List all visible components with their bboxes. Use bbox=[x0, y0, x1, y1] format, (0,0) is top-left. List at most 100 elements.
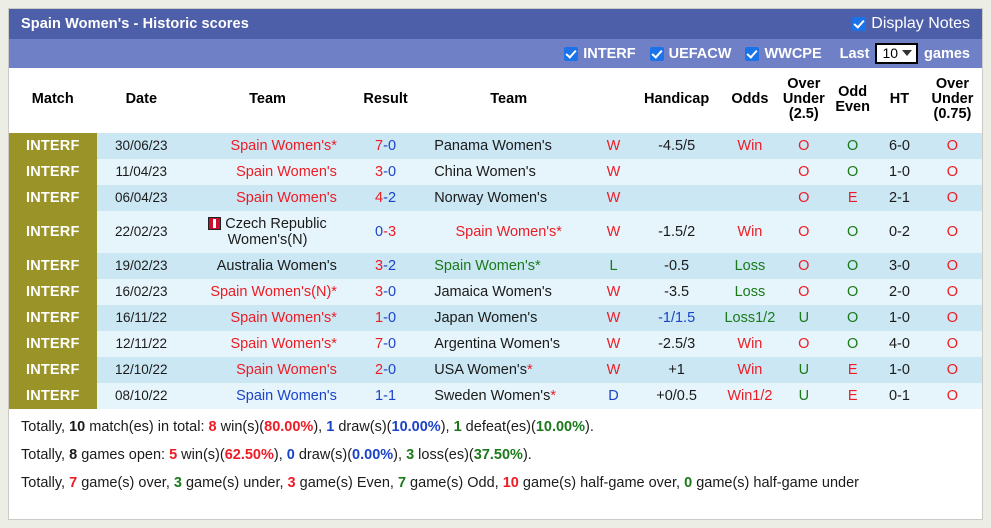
row-team-home[interactable]: Spain Women's* bbox=[186, 330, 349, 357]
col-header-over-under-25[interactable]: Over Under (2.5) bbox=[778, 68, 830, 133]
games-count-select[interactable]: 10 bbox=[875, 43, 919, 64]
row-odds: Win1/2 bbox=[721, 382, 779, 409]
checkbox-checked-icon[interactable] bbox=[564, 46, 579, 61]
over-under-075-value: O bbox=[946, 257, 959, 274]
row-team-home[interactable]: Czech Republic Women's(N) bbox=[186, 210, 349, 253]
row-team-home[interactable]: Spain Women's bbox=[186, 184, 349, 211]
row-over-under-25: O bbox=[778, 132, 830, 159]
col-header-odd-even[interactable]: Odd Even bbox=[829, 68, 877, 133]
row-over-under-25: O bbox=[778, 330, 830, 357]
row-team-away[interactable]: Japan Women's bbox=[422, 304, 596, 331]
row-result[interactable]: 4-2 bbox=[348, 184, 423, 211]
row-over-under-075: O bbox=[922, 132, 982, 159]
row-handicap: -1/1.5 bbox=[631, 304, 722, 331]
row-ht: 2-0 bbox=[876, 278, 923, 305]
filter-toggle-uefacw[interactable]: UEFACW bbox=[649, 46, 731, 62]
col-header-team-home[interactable]: Team bbox=[186, 68, 349, 133]
row-result[interactable]: 2-0 bbox=[348, 356, 423, 383]
row-team-away[interactable]: Spain Women's* bbox=[422, 252, 596, 279]
over-under-25-value: U bbox=[798, 387, 810, 404]
row-handicap: -4.5/5 bbox=[631, 132, 722, 159]
sum2-draws: 0 bbox=[286, 446, 295, 463]
sum2-loss-pct: 37.50% bbox=[473, 446, 523, 463]
col-header-ht[interactable]: HT bbox=[876, 68, 923, 133]
row-handicap bbox=[631, 158, 722, 185]
checkbox-checked-icon[interactable] bbox=[649, 46, 664, 61]
display-notes-toggle[interactable]: Display Notes bbox=[852, 15, 970, 33]
team-away-name: USA Women's bbox=[434, 361, 527, 378]
row-odd-even: O bbox=[829, 330, 877, 357]
row-odds: Win bbox=[721, 132, 779, 159]
checkbox-checked-icon[interactable] bbox=[745, 46, 760, 61]
row-team-away[interactable]: Spain Women's* bbox=[422, 210, 596, 253]
row-result[interactable]: 3-0 bbox=[348, 158, 423, 185]
score-away: 0 bbox=[387, 361, 397, 378]
historic-scores-panel: Spain Women's - Historic scores Display … bbox=[8, 8, 983, 520]
over-under-075-value: O bbox=[946, 283, 959, 300]
checkbox-checked-icon[interactable] bbox=[852, 17, 867, 31]
row-team-away[interactable]: Argentina Women's bbox=[422, 330, 596, 357]
table-row[interactable]: INTERF 12/10/22 Spain Women's 2-0 USA Women'… bbox=[9, 356, 982, 383]
row-result[interactable]: 7-0 bbox=[348, 330, 423, 357]
odd-even-value: O bbox=[847, 223, 859, 240]
team-away-star: * bbox=[526, 361, 533, 378]
sum1-text8: ). bbox=[585, 418, 594, 435]
row-over-under-075: O bbox=[922, 356, 982, 383]
sum1-draw-pct: 10.00% bbox=[391, 418, 441, 435]
row-result[interactable]: 3-0 bbox=[348, 278, 423, 305]
score-home: 4 bbox=[375, 189, 384, 206]
over-under-25-value: O bbox=[798, 223, 810, 240]
row-team-home[interactable]: Spain Women's bbox=[186, 382, 349, 409]
table-row[interactable]: INTERF 19/02/23 Australia Women's 3-2 Spain … bbox=[9, 252, 982, 279]
row-team-home[interactable]: Australia Women's bbox=[186, 252, 349, 279]
table-row[interactable]: INTERF 22/02/23 Czech Republic Women's(N) 0… bbox=[9, 210, 982, 253]
col-header-odds[interactable]: Odds bbox=[721, 68, 779, 133]
row-result[interactable]: 1-1 bbox=[348, 382, 423, 409]
over-under-25-value: O bbox=[798, 257, 810, 274]
filter-toggle-wwcpe[interactable]: WWCPE bbox=[745, 45, 822, 62]
team-away-name: Panama Women's bbox=[434, 137, 552, 154]
row-team-home[interactable]: Spain Women's bbox=[186, 158, 349, 185]
table-row[interactable]: INTERF 30/06/23 Spain Women's* 7-0 Panama Wo… bbox=[9, 132, 982, 159]
row-result[interactable]: 1-0 bbox=[348, 304, 423, 331]
row-result[interactable]: 7-0 bbox=[348, 132, 423, 159]
col-header-date[interactable]: Date bbox=[96, 68, 187, 133]
team-away-name: Japan Women's bbox=[434, 309, 538, 326]
table-row[interactable]: INTERF 16/02/23 Spain Women's(N)* 3-0 Jamaic… bbox=[9, 278, 982, 305]
row-result[interactable]: 0-3 bbox=[348, 210, 423, 253]
row-team-home[interactable]: Spain Women's* bbox=[186, 304, 349, 331]
row-date: 12/10/22 bbox=[96, 356, 187, 383]
row-team-away[interactable]: Sweden Women's* bbox=[422, 382, 596, 409]
row-wld: W bbox=[595, 304, 632, 331]
odds-value: Win bbox=[737, 361, 763, 378]
filter-toggle-interf[interactable]: INTERF bbox=[564, 46, 636, 62]
table-row[interactable]: INTERF 08/10/22 Spain Women's 1-1 Sweden Wom… bbox=[9, 382, 982, 409]
col-header-result[interactable]: Result bbox=[348, 68, 423, 133]
row-team-home[interactable]: Spain Women's(N)* bbox=[186, 278, 349, 305]
table-row[interactable]: INTERF 12/11/22 Spain Women's* 7-0 Argentina… bbox=[9, 330, 982, 357]
row-team-away[interactable]: Panama Women's bbox=[422, 132, 596, 159]
sum3-text2: game(s) over, bbox=[77, 474, 174, 491]
row-odds: Loss bbox=[721, 252, 779, 279]
row-team-away[interactable]: Norway Women's bbox=[422, 184, 596, 211]
col-header-team-away[interactable]: Team bbox=[422, 68, 596, 133]
row-team-away[interactable]: China Women's bbox=[422, 158, 596, 185]
score-home: 0 bbox=[375, 223, 384, 240]
col-header-match[interactable]: Match bbox=[9, 68, 97, 133]
table-row[interactable]: INTERF 11/04/23 Spain Women's 3-0 China Wome… bbox=[9, 158, 982, 185]
row-team-home[interactable]: Spain Women's bbox=[186, 356, 349, 383]
col-header-wld bbox=[595, 68, 632, 133]
col-header-over-under-075[interactable]: Over Under (0.75) bbox=[922, 68, 982, 133]
row-result[interactable]: 3-2 bbox=[348, 252, 423, 279]
row-over-under-075: O bbox=[922, 158, 982, 185]
row-team-away[interactable]: Jamaica Women's bbox=[422, 278, 596, 305]
filter-label-wwcpe: WWCPE bbox=[764, 45, 822, 62]
row-team-away[interactable]: USA Women's* bbox=[422, 356, 596, 383]
handicap-value: -1.5/2 bbox=[658, 223, 696, 240]
table-row[interactable]: INTERF 06/04/23 Spain Women's 4-2 Norway Wom… bbox=[9, 184, 982, 211]
odd-even-value: O bbox=[847, 283, 859, 300]
col-header-handicap[interactable]: Handicap bbox=[631, 68, 722, 133]
row-ht: 1-0 bbox=[876, 356, 923, 383]
row-team-home[interactable]: Spain Women's* bbox=[186, 132, 349, 159]
table-row[interactable]: INTERF 16/11/22 Spain Women's* 1-0 Japan Wom… bbox=[9, 304, 982, 331]
